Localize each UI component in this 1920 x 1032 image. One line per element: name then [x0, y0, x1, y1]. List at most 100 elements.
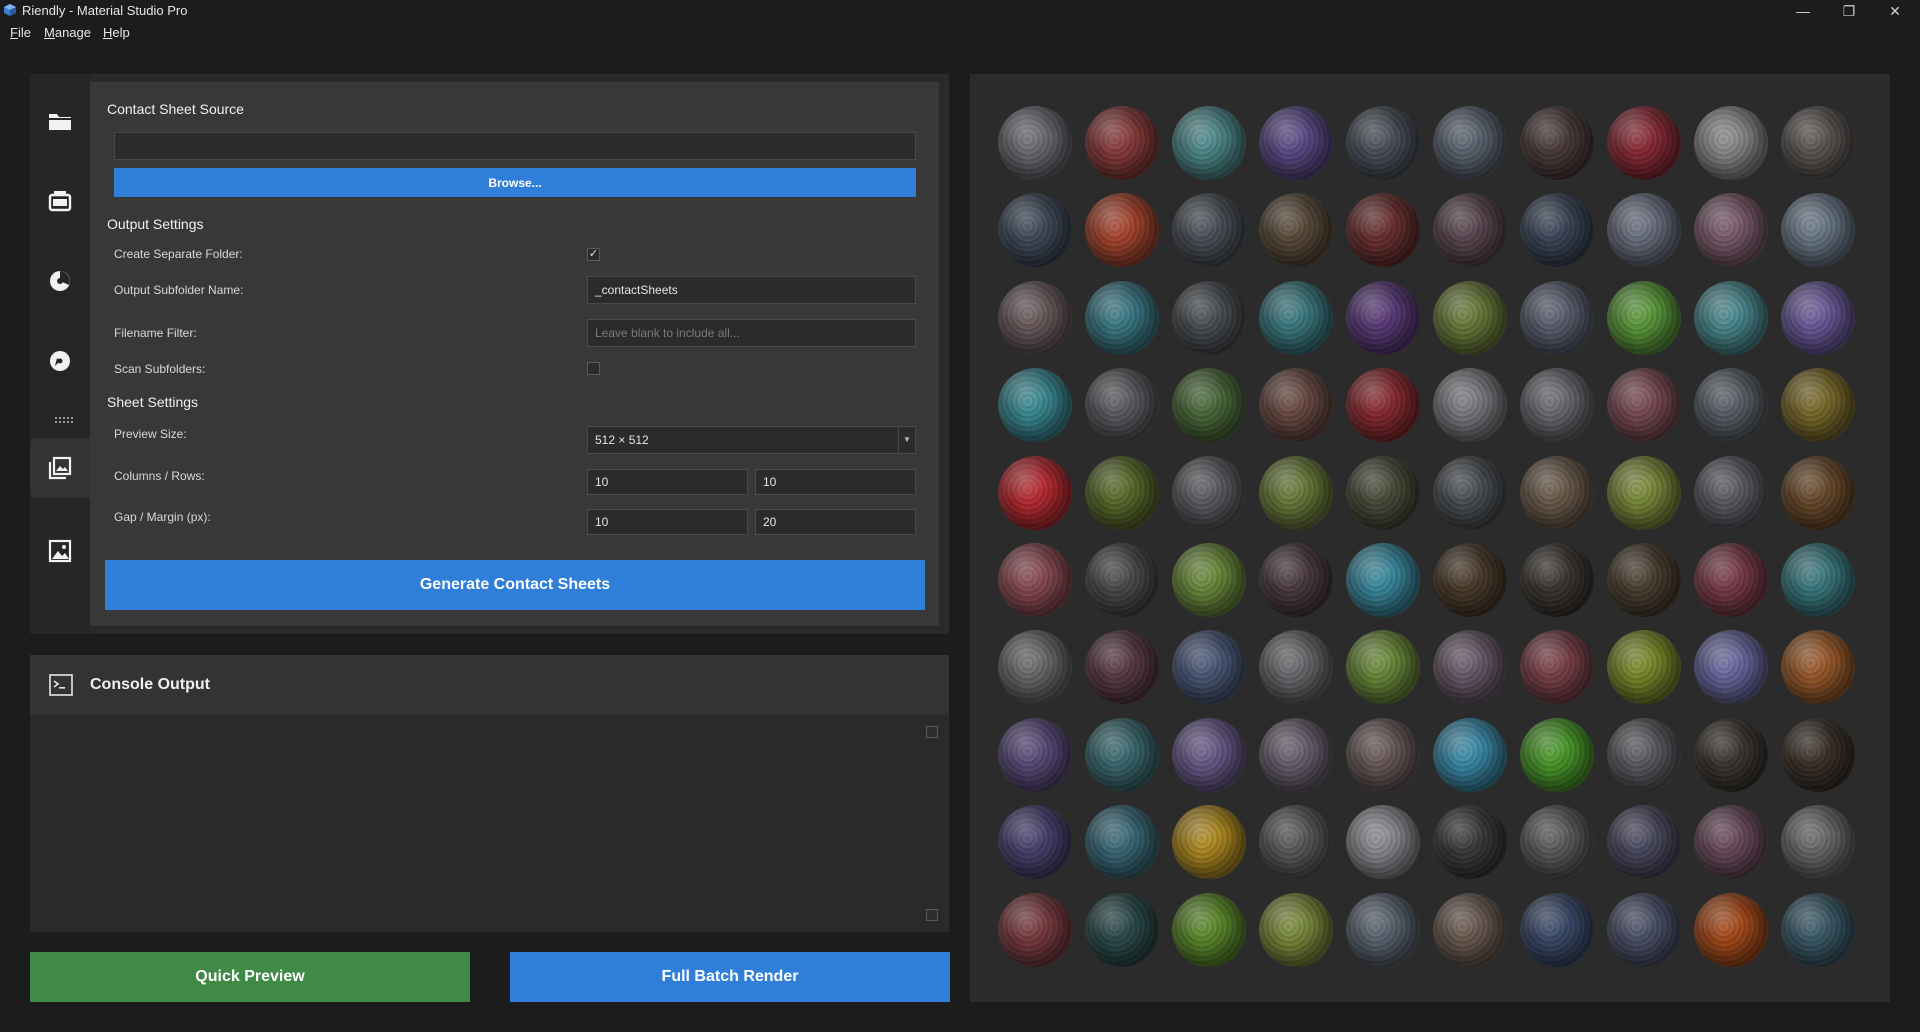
- material-sphere[interactable]: [1172, 717, 1246, 792]
- menu-manage[interactable]: Manage: [44, 25, 91, 40]
- material-sphere[interactable]: [998, 193, 1072, 268]
- console-text[interactable]: [42, 725, 922, 915]
- material-sphere[interactable]: [1346, 543, 1420, 617]
- material-sphere[interactable]: [1085, 717, 1159, 792]
- material-sphere[interactable]: [998, 630, 1072, 705]
- material-sphere[interactable]: [1694, 368, 1768, 443]
- material-sphere[interactable]: [1172, 892, 1246, 967]
- margin-input[interactable]: [755, 509, 916, 535]
- material-sphere[interactable]: [1607, 717, 1681, 792]
- console-top-corner-button[interactable]: [926, 726, 938, 738]
- material-sphere[interactable]: [1085, 193, 1159, 268]
- material-sphere[interactable]: [1694, 805, 1768, 880]
- material-sphere[interactable]: [1694, 280, 1768, 355]
- material-sphere[interactable]: [1433, 193, 1507, 268]
- material-sphere[interactable]: [1607, 805, 1681, 880]
- material-sphere[interactable]: [1694, 630, 1768, 705]
- nav-gallery-button[interactable]: [30, 438, 90, 498]
- menu-file[interactable]: File: [10, 25, 31, 40]
- material-sphere[interactable]: [1694, 455, 1768, 530]
- nav-image-button[interactable]: [30, 521, 90, 581]
- material-sphere[interactable]: [1346, 368, 1420, 443]
- material-sphere[interactable]: [998, 368, 1072, 443]
- material-sphere[interactable]: [1172, 543, 1246, 617]
- material-sphere[interactable]: [1694, 106, 1768, 180]
- material-sphere[interactable]: [1085, 455, 1159, 530]
- restore-button[interactable]: ❐: [1826, 0, 1872, 22]
- material-sphere[interactable]: [1694, 543, 1768, 617]
- menu-help[interactable]: Help: [103, 25, 130, 40]
- material-sphere[interactable]: [1346, 280, 1420, 355]
- material-sphere[interactable]: [1781, 455, 1855, 530]
- material-sphere[interactable]: [1694, 193, 1768, 268]
- material-sphere[interactable]: [1259, 106, 1333, 180]
- material-sphere[interactable]: [1781, 805, 1855, 880]
- material-sphere[interactable]: [1172, 805, 1246, 880]
- generate-contact-sheets-button[interactable]: Generate Contact Sheets: [105, 560, 925, 610]
- material-sphere[interactable]: [1259, 717, 1333, 792]
- material-sphere[interactable]: [1433, 717, 1507, 792]
- material-sphere[interactable]: [998, 280, 1072, 355]
- material-sphere[interactable]: [1346, 892, 1420, 967]
- material-sphere[interactable]: [1607, 193, 1681, 268]
- material-sphere[interactable]: [1085, 368, 1159, 443]
- material-sphere[interactable]: [1172, 630, 1246, 705]
- material-sphere[interactable]: [1346, 717, 1420, 792]
- material-sphere[interactable]: [1607, 280, 1681, 355]
- material-sphere[interactable]: [1520, 368, 1594, 443]
- separate-folder-checkbox[interactable]: ✓: [587, 248, 600, 261]
- material-sphere[interactable]: [1520, 543, 1594, 617]
- material-sphere[interactable]: [998, 455, 1072, 530]
- nav-folder-button[interactable]: [30, 91, 90, 151]
- material-sphere[interactable]: [1520, 892, 1594, 967]
- material-sphere[interactable]: [1781, 892, 1855, 967]
- material-sphere[interactable]: [1520, 805, 1594, 880]
- rows-input[interactable]: [755, 469, 916, 495]
- material-sphere[interactable]: [1172, 280, 1246, 355]
- material-sphere[interactable]: [1781, 106, 1855, 180]
- material-sphere[interactable]: [1607, 455, 1681, 530]
- material-sphere[interactable]: [1607, 543, 1681, 617]
- material-sphere[interactable]: [1520, 717, 1594, 792]
- material-sphere[interactable]: [1433, 892, 1507, 967]
- material-sphere[interactable]: [1346, 805, 1420, 880]
- material-sphere[interactable]: [1607, 368, 1681, 443]
- material-sphere[interactable]: [1433, 543, 1507, 617]
- close-button[interactable]: ✕: [1872, 0, 1918, 22]
- material-sphere[interactable]: [1433, 106, 1507, 180]
- material-sphere[interactable]: [1259, 892, 1333, 967]
- material-sphere[interactable]: [1520, 106, 1594, 180]
- material-sphere[interactable]: [1694, 717, 1768, 792]
- subfolder-name-input[interactable]: [587, 276, 916, 304]
- material-sphere[interactable]: [1259, 805, 1333, 880]
- material-sphere[interactable]: [1781, 193, 1855, 268]
- material-sphere[interactable]: [1259, 280, 1333, 355]
- material-sphere[interactable]: [998, 717, 1072, 792]
- minimize-button[interactable]: —: [1780, 0, 1826, 22]
- material-sphere[interactable]: [1172, 368, 1246, 443]
- material-sphere[interactable]: [1085, 892, 1159, 967]
- browse-button[interactable]: Browse...: [114, 168, 916, 197]
- material-sphere[interactable]: [1172, 106, 1246, 180]
- material-sphere[interactable]: [1433, 630, 1507, 705]
- material-sphere[interactable]: [1433, 805, 1507, 880]
- material-sphere[interactable]: [1607, 106, 1681, 180]
- material-sphere[interactable]: [1085, 543, 1159, 617]
- filename-filter-input[interactable]: [587, 319, 916, 347]
- console-bottom-corner-button[interactable]: [926, 909, 938, 921]
- gap-input[interactable]: [587, 509, 748, 535]
- material-sphere[interactable]: [1172, 193, 1246, 268]
- nav-color-button[interactable]: [30, 251, 90, 311]
- columns-input[interactable]: [587, 469, 748, 495]
- material-sphere[interactable]: [1259, 630, 1333, 705]
- material-sphere[interactable]: [1172, 455, 1246, 530]
- material-sphere[interactable]: [1520, 630, 1594, 705]
- material-sphere[interactable]: [1433, 280, 1507, 355]
- material-sphere[interactable]: [998, 892, 1072, 967]
- material-sphere[interactable]: [998, 106, 1072, 180]
- quick-preview-button[interactable]: Quick Preview: [30, 952, 470, 1002]
- material-sphere[interactable]: [1346, 193, 1420, 268]
- full-batch-render-button[interactable]: Full Batch Render: [510, 952, 950, 1002]
- material-sphere[interactable]: [1085, 280, 1159, 355]
- material-sphere[interactable]: [998, 805, 1072, 880]
